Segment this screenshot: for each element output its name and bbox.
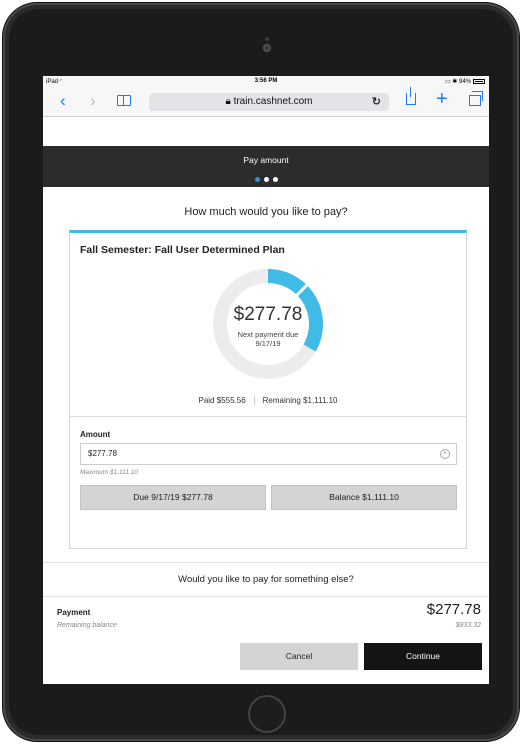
clear-icon[interactable]: × xyxy=(440,449,450,459)
step-header: Pay amount xyxy=(43,146,489,187)
battery-icon xyxy=(473,78,485,84)
step-label: Pay amount xyxy=(243,155,289,165)
step-dot-3 xyxy=(272,177,278,182)
lock-icon: 🔒︎ xyxy=(225,96,231,107)
paid-amount: Paid $555.56 xyxy=(198,396,246,405)
home-button[interactable] xyxy=(248,695,286,733)
step-dot-2 xyxy=(263,177,269,182)
forward-icon[interactable]: › xyxy=(90,91,96,111)
reload-icon[interactable]: ↻ xyxy=(372,95,381,108)
next-payment-date: 9/17/19 xyxy=(255,339,281,348)
footer-divider xyxy=(43,596,489,597)
payment-label: Payment xyxy=(57,608,91,617)
screen: iPad ◜ 3:56 PM ▭ ✱ 94% ‹ › 🔒︎ train.cash… xyxy=(43,76,489,684)
amount-value: $277.78 xyxy=(88,449,117,458)
camera-icon xyxy=(263,44,271,52)
summary-divider xyxy=(253,396,255,406)
page-question: How much would you like to pay? xyxy=(184,206,348,218)
address-bar[interactable]: 🔒︎ train.cashnet.com ↻ xyxy=(149,93,389,111)
payment-total: $277.78 xyxy=(426,601,481,618)
section-divider xyxy=(43,562,489,563)
share-icon[interactable] xyxy=(406,87,416,105)
maximum-hint: Maximum $1,111.10 xyxy=(80,469,138,476)
payment-summary: Paid $555.56 Remaining $1,111.10 xyxy=(70,396,466,406)
pay-something-else-link[interactable]: Would you like to pay for something else… xyxy=(43,574,489,585)
next-payment-label: Next payment due xyxy=(237,330,299,339)
amount-input[interactable]: $277.78 × xyxy=(80,443,457,465)
tabs-icon[interactable] xyxy=(469,91,483,106)
remaining-balance-label: Remaining balance xyxy=(57,622,117,629)
battery-indicator: ▭ ✱ 94% xyxy=(445,78,485,85)
browser-toolbar: ‹ › 🔒︎ train.cashnet.com ↻ + xyxy=(43,87,489,117)
pay-due-button[interactable]: Due 9/17/19 $277.78 xyxy=(80,485,266,510)
add-tab-icon[interactable]: + xyxy=(436,89,448,109)
url-text: 🔒︎ train.cashnet.com xyxy=(225,96,313,107)
card-divider xyxy=(70,416,466,417)
cancel-button[interactable]: Cancel xyxy=(240,643,358,670)
step-indicator xyxy=(43,169,489,187)
remaining-amount: Remaining $1,111.10 xyxy=(262,396,338,405)
pay-balance-button[interactable]: Balance $1,111.10 xyxy=(271,485,457,510)
step-dot-1 xyxy=(254,177,260,182)
next-payment-amount: $277.78 xyxy=(233,304,303,325)
status-time: 3:56 PM xyxy=(254,78,278,84)
amount-label: Amount xyxy=(80,430,111,439)
status-bar: iPad ◜ 3:56 PM ▭ ✱ 94% xyxy=(43,76,489,88)
ipad-frame: iPad ◜ 3:56 PM ▭ ✱ 94% ‹ › 🔒︎ train.cash… xyxy=(3,3,519,741)
bookmarks-icon[interactable] xyxy=(117,95,131,106)
remaining-balance-amount: $833.32 xyxy=(455,622,481,629)
continue-button[interactable]: Continue xyxy=(364,643,482,670)
sensor-icon xyxy=(265,37,269,41)
plan-title: Fall Semester: Fall User Determined Plan xyxy=(80,244,285,256)
plan-card: Fall Semester: Fall User Determined Plan… xyxy=(69,230,467,549)
back-icon[interactable]: ‹ xyxy=(60,91,66,111)
